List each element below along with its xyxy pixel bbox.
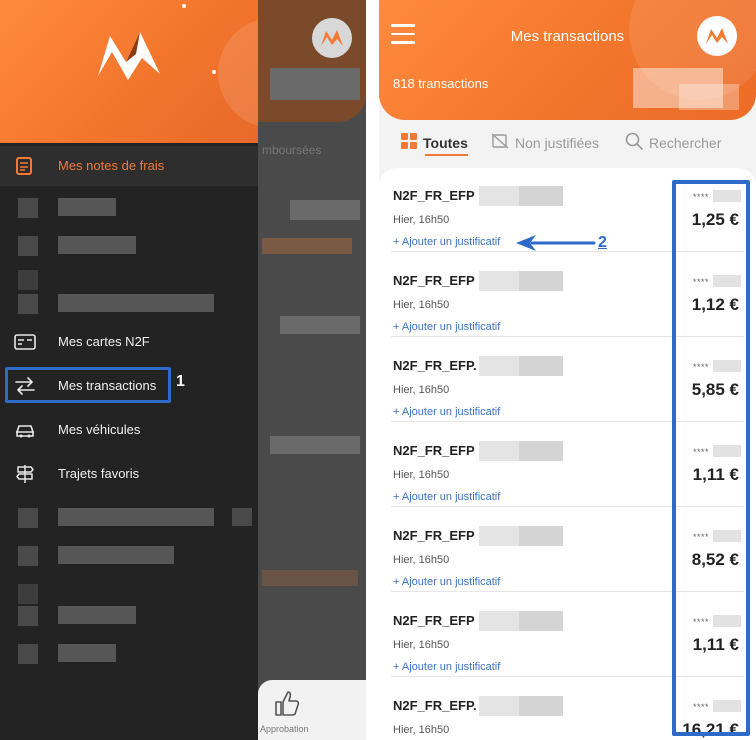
transaction-date: Hier, 16h50 [393,299,450,311]
background-header [258,0,366,122]
redacted-block [18,584,38,604]
redacted-block [519,441,563,461]
card-icon [14,332,36,352]
add-receipt-link[interactable]: + Ajouter un justificatif [393,236,500,248]
redacted-block [519,356,563,376]
tab-search[interactable]: Rechercher [625,128,721,158]
redacted-block [58,508,214,526]
search-icon [625,132,643,155]
tab-all[interactable]: Toutes [401,128,468,158]
redacted-block [232,508,252,526]
redacted-block [18,606,38,626]
drawer-item-expense-reports[interactable]: Mes notes de frais [0,146,258,186]
transaction-name: N2F_FR_EFP [393,273,475,288]
redacted-block [18,294,38,314]
background-bottom-nav: Approbation [258,680,366,740]
transaction-name: N2F_FR_EFP. [393,358,477,373]
tab-label: Non justifiées [515,135,600,151]
amount-column-highlight-box [672,180,750,736]
car-icon [14,420,36,440]
arrow-left-icon [514,233,596,258]
drawer-item-label: Trajets favoris [58,466,140,481]
expense-report-icon [14,156,36,176]
redacted-block [58,236,136,254]
avatar[interactable] [697,16,737,56]
background-blur [262,570,358,586]
redacted-block [58,606,136,624]
redacted-block [18,198,38,218]
drawer-item-vehicles[interactable]: Mes véhicules [0,410,258,450]
transaction-date: Hier, 16h50 [393,469,450,481]
transaction-name: N2F_FR_EFP [393,528,475,543]
signpost-icon [14,464,36,484]
transaction-count: 818 transactions [393,76,489,91]
step1-highlight-box [5,367,171,403]
redacted-block [519,611,563,631]
step2-number: 2 [598,234,607,251]
redacted-block [519,696,563,716]
tab-label: Rechercher [649,135,722,151]
add-receipt-link[interactable]: + Ajouter un justificatif [393,661,500,673]
drawer-item-label: Mes notes de frais [58,158,165,173]
redacted-block [18,644,38,664]
drawer-item-label: Mes cartes N2F [58,334,150,349]
add-receipt-link[interactable]: + Ajouter un justificatif [393,576,500,588]
header-decoration [182,4,186,8]
transaction-date: Hier, 16h50 [393,639,450,651]
add-receipt-link[interactable]: + Ajouter un justificatif [393,321,500,333]
background-blur [270,436,360,454]
tab-unjustified[interactable]: Non justifiées [491,128,599,158]
redacted-block [18,236,38,256]
background-blur [280,316,360,334]
transaction-name: N2F_FR_EFP [393,443,475,458]
redacted-block [679,84,739,110]
drawer-item-favorite-routes[interactable]: Trajets favoris [0,454,258,494]
transaction-name: N2F_FR_EFP [393,188,475,203]
redacted-block [58,644,116,662]
transaction-name: N2F_FR_EFP [393,613,475,628]
drawer-header [0,0,258,143]
redacted-block [58,546,174,564]
background-blur [290,200,360,220]
tab-label: Toutes [423,135,468,151]
transaction-date: Hier, 16h50 [393,384,450,396]
transaction-date: Hier, 16h50 [393,214,450,226]
redacted-block [519,271,563,291]
add-receipt-link[interactable]: + Ajouter un justificatif [393,406,500,418]
approbation-label: Approbation [260,724,309,734]
redacted-block [18,508,38,528]
add-receipt-link[interactable]: + Ajouter un justificatif [393,491,500,503]
composite-screenshot: mboursées Approbation Mes notes de frais… [0,0,756,740]
transaction-date: Hier, 16h50 [393,554,450,566]
redacted-block [58,198,116,216]
redacted-block [18,546,38,566]
transactions-header: Mes transactions 818 transactions [379,0,756,120]
redacted-block [519,526,563,546]
grid-icon [401,132,417,154]
background-blur [262,238,352,254]
thumbs-up-icon [272,688,302,723]
background-avatar [312,18,352,58]
header-decoration [218,18,258,128]
redacted-block [519,186,563,206]
header-decoration [212,70,216,74]
transaction-date: Hier, 16h50 [393,724,450,736]
no-receipt-icon [491,132,509,154]
background-blur [270,68,360,100]
drawer-item-n2f-cards[interactable]: Mes cartes N2F [0,322,258,362]
left-phone-screen: mboursées Approbation Mes notes de frais… [0,0,366,740]
redacted-block [18,270,38,290]
background-partial-text: mboursées [262,143,322,157]
step1-number: 1 [176,373,185,390]
filter-tabs: Toutes Non justifiées Rechercher [379,128,756,158]
redacted-block [58,294,214,312]
app-logo [96,28,164,89]
transaction-name: N2F_FR_EFP. [393,698,477,713]
drawer-item-label: Mes véhicules [58,422,141,437]
